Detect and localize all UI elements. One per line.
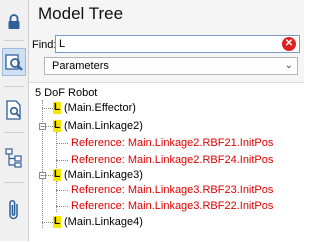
filter-selected-value: Parameters xyxy=(52,60,109,72)
tree-connector xyxy=(46,175,53,176)
find-input[interactable] xyxy=(55,35,300,53)
tree-node-label: (Main.Linkage3) xyxy=(64,169,143,182)
linkage-node-icon: L xyxy=(53,120,61,133)
model-tree: 5 DoF Robot L (Main.Effector) − L (Main.Li… xyxy=(29,82,304,242)
tree-connector xyxy=(56,132,57,170)
document-search-button[interactable] xyxy=(2,96,26,124)
attachments-button[interactable] xyxy=(2,196,26,224)
linkage-node-icon: L xyxy=(53,216,61,229)
document-search-icon xyxy=(6,100,21,120)
tree-node-effector[interactable]: L (Main.Effector) xyxy=(53,102,136,115)
toolbar-divider xyxy=(4,86,24,87)
tree-connector xyxy=(56,143,68,144)
toolbar-divider xyxy=(4,132,24,133)
left-toolbar xyxy=(0,0,29,241)
tree-node-label: (Main.Effector) xyxy=(64,102,136,115)
tree-connector xyxy=(56,190,68,191)
clear-search-button[interactable]: ✕ xyxy=(282,37,296,51)
collapse-toggle[interactable]: − xyxy=(39,123,46,131)
find-label: Find: xyxy=(32,39,57,51)
tree-connector xyxy=(46,126,53,127)
tree-node-reference[interactable]: Reference: Main.Linkage2.RBF21.InitPos xyxy=(71,137,273,149)
hierarchy-icon xyxy=(5,148,22,168)
model-tree-panel: Model Tree Find: ✕ Parameters ⌄ 5 DoF Ro… xyxy=(29,0,304,242)
tree-node-linkage2[interactable]: L (Main.Linkage2) xyxy=(53,120,143,133)
reference-label: Reference: Main.Linkage3.RBF22.InitPos xyxy=(71,200,274,212)
clear-icon: ✕ xyxy=(284,38,294,49)
reference-label: Reference: Main.Linkage3.RBF23.InitPos xyxy=(71,184,274,196)
toolbar-divider xyxy=(4,40,24,41)
reference-label: Reference: Main.Linkage2.RBF21.InitPos xyxy=(71,137,274,149)
toolbar-divider xyxy=(4,182,24,183)
linkage-node-icon: L xyxy=(53,169,61,182)
tree-node-reference[interactable]: Reference: Main.Linkage3.RBF23.InitPos xyxy=(71,184,273,196)
paperclip-icon xyxy=(9,199,18,220)
tree-connector xyxy=(56,160,68,161)
tree-root-node[interactable]: 5 DoF Robot xyxy=(35,87,97,99)
reference-label: Reference: Main.Linkage2.RBF24.InitPos xyxy=(71,154,274,166)
tree-connector xyxy=(42,100,43,228)
chevron-down-icon: ⌄ xyxy=(284,60,293,71)
panel-title: Model Tree xyxy=(38,4,124,23)
hierarchy-button[interactable] xyxy=(2,144,26,172)
filter-dropdown[interactable]: Parameters ⌄ xyxy=(44,57,298,75)
tree-node-linkage4[interactable]: L (Main.Linkage4) xyxy=(53,216,143,229)
collapse-toggle[interactable]: − xyxy=(39,172,46,180)
tree-node-label: (Main.Linkage2) xyxy=(64,120,143,133)
tree-node-reference[interactable]: Reference: Main.Linkage2.RBF24.InitPos xyxy=(71,154,273,166)
tree-node-reference[interactable]: Reference: Main.Linkage3.RBF22.InitPos xyxy=(71,200,273,212)
lock-button[interactable] xyxy=(2,8,26,36)
linkage-node-icon: L xyxy=(53,102,61,115)
tree-connector xyxy=(56,181,57,212)
tree-node-linkage3[interactable]: L (Main.Linkage3) xyxy=(53,169,143,182)
model-tree-button[interactable] xyxy=(2,48,26,76)
tree-node-label: (Main.Linkage4) xyxy=(64,216,143,229)
tree-connector xyxy=(56,206,68,207)
tree-connector xyxy=(42,108,53,109)
lock-icon xyxy=(8,14,20,29)
tree-connector xyxy=(42,222,53,223)
tree-root-label: 5 DoF Robot xyxy=(35,87,98,100)
model-tree-search-icon xyxy=(5,54,23,71)
